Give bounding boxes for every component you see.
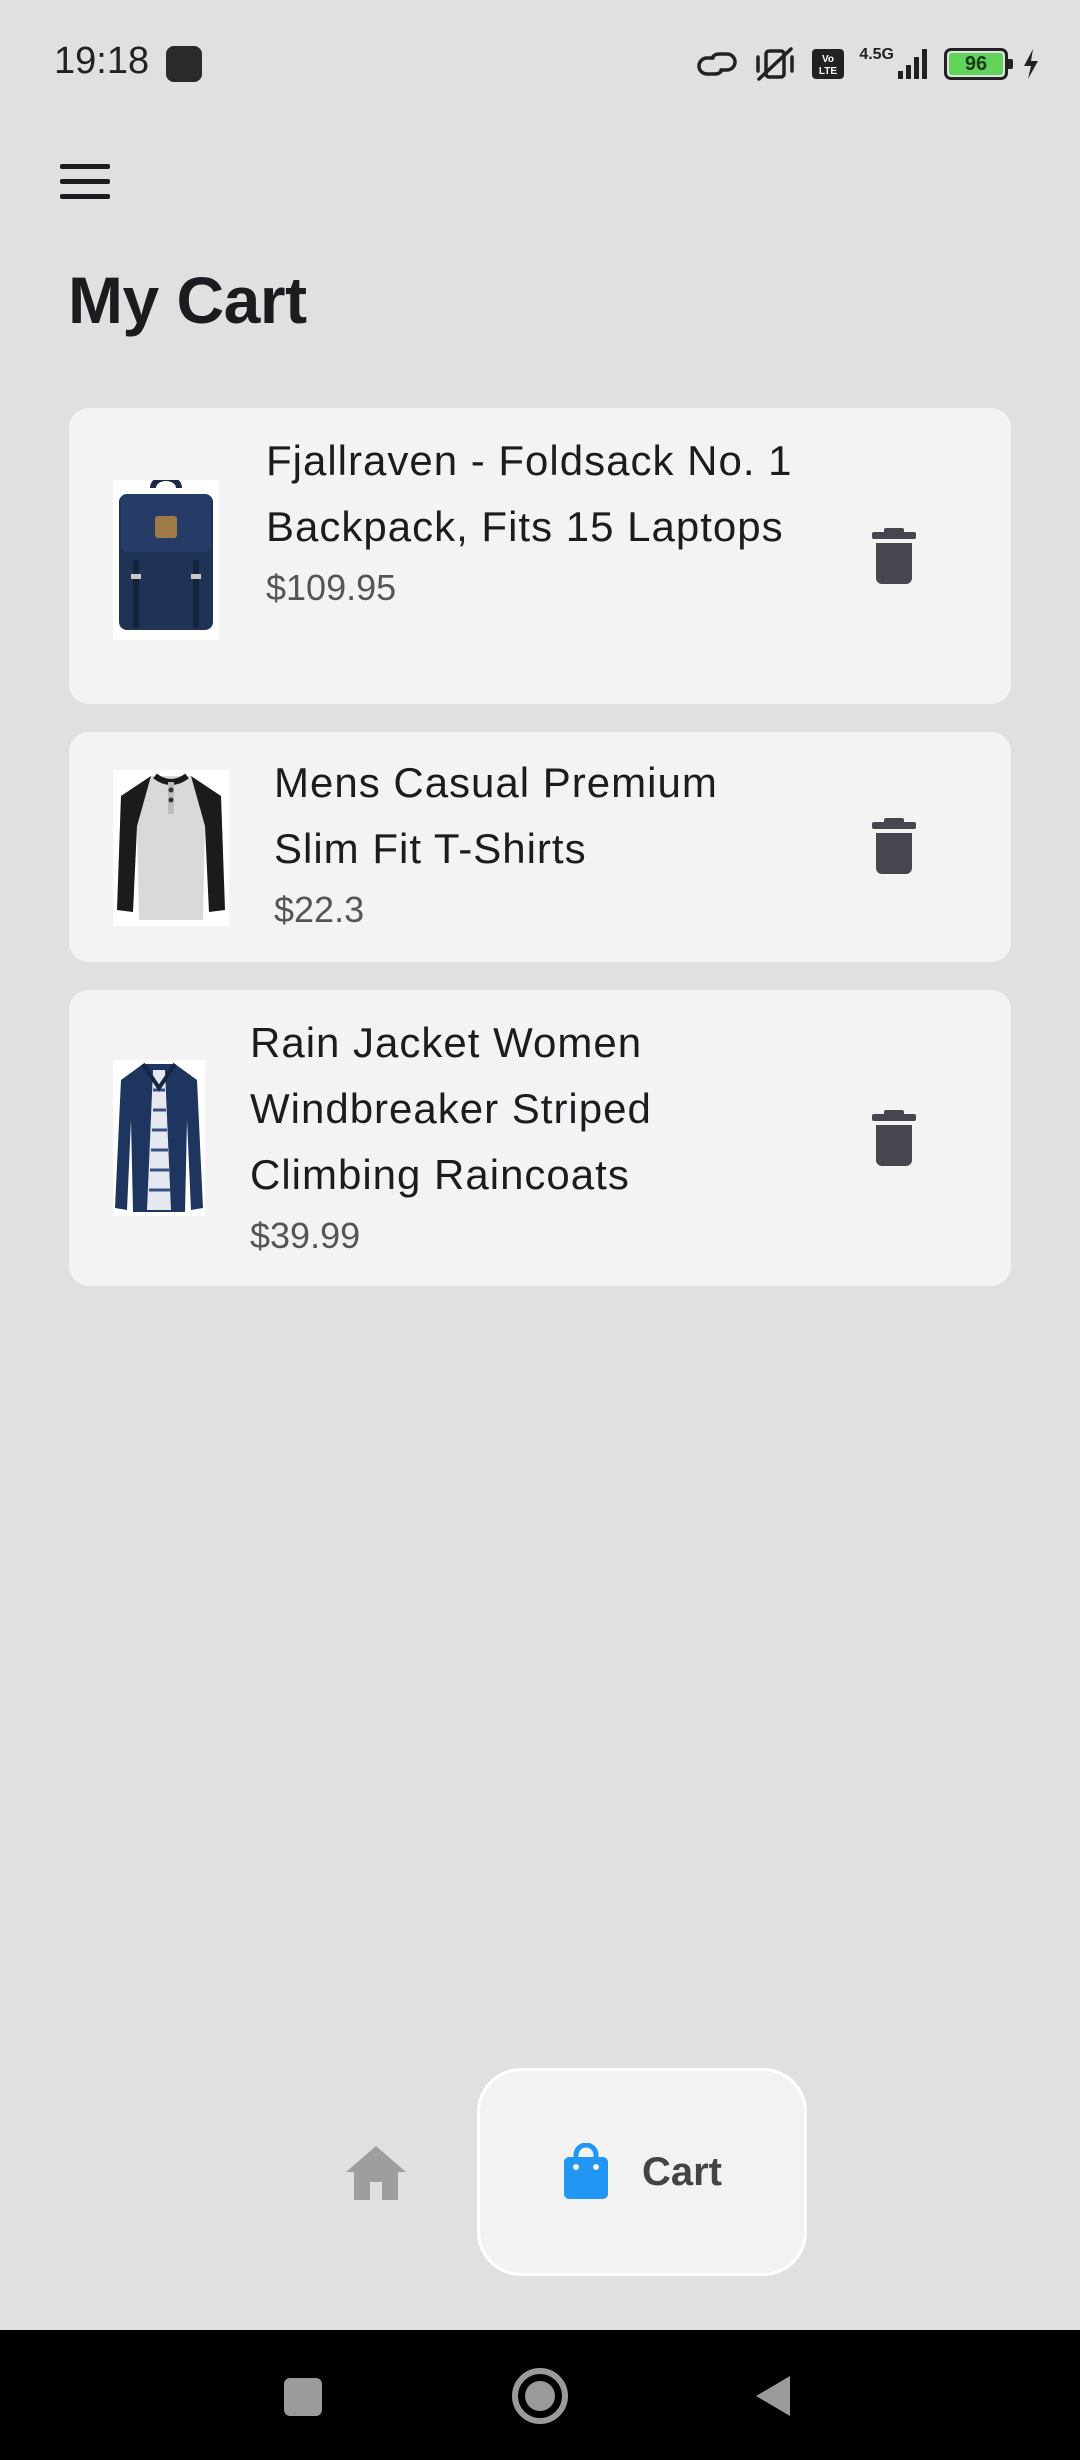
product-price: $39.99 xyxy=(250,1215,361,1256)
trash-icon[interactable] xyxy=(872,1110,916,1166)
menu-line xyxy=(60,163,110,169)
menu-line xyxy=(60,178,110,184)
home-icon[interactable] xyxy=(344,2142,408,2202)
battery-level: 96 xyxy=(949,53,1003,75)
nav-cart-button[interactable]: Cart xyxy=(477,2068,807,2276)
cart-list: Fjallraven - Foldsack No. 1 Backpack, Fi… xyxy=(69,408,1011,1314)
hamburger-menu-icon[interactable] xyxy=(60,156,126,206)
product-name: Mens Casual Premium Slim Fit T-Shirts xyxy=(274,759,718,872)
network-type-label: 4.5G xyxy=(859,46,894,63)
cart-item[interactable]: Mens Casual Premium Slim Fit T-Shirts $2… xyxy=(69,732,1011,962)
circle-icon[interactable] xyxy=(510,2366,570,2426)
vibrate-off-icon xyxy=(756,47,795,81)
cart-item[interactable]: Rain Jacket Women Windbreaker Striped Cl… xyxy=(69,990,1011,1286)
svg-text:LTE: LTE xyxy=(819,66,837,77)
nav-cart-label: Cart xyxy=(641,2149,723,2194)
backpack-image xyxy=(113,480,219,640)
shopping-bag-icon xyxy=(563,2143,608,2199)
svg-text:Vo: Vo xyxy=(822,54,834,65)
raincoat-image xyxy=(113,1060,205,1216)
app-screen: 19:18 Vo LTE 4.5G 96 My Cart Fjallraven … xyxy=(0,0,1080,2460)
signal-bars-icon xyxy=(898,49,927,79)
product-name: Fjallraven - Foldsack No. 1 Backpack, Fi… xyxy=(266,437,793,550)
link-icon xyxy=(697,52,737,76)
tshirt-image xyxy=(113,770,229,926)
product-info: Rain Jacket Women Windbreaker Striped Cl… xyxy=(250,1010,790,1260)
status-icons: Vo LTE 4.5G 96 xyxy=(695,40,1040,88)
menu-line xyxy=(60,193,110,199)
notification-app-icon xyxy=(166,46,202,82)
product-info: Mens Casual Premium Slim Fit T-Shirts $2… xyxy=(274,750,794,934)
volte-icon: Vo LTE xyxy=(812,49,845,79)
product-price: $109.95 xyxy=(266,567,397,608)
status-bar: 19:18 Vo LTE 4.5G 96 xyxy=(0,0,1080,130)
trash-icon[interactable] xyxy=(872,528,916,584)
triangle-back-icon[interactable] xyxy=(752,2372,794,2420)
battery-icon: 96 xyxy=(944,48,1013,80)
signal-strength: 4.5G xyxy=(859,47,930,81)
charging-icon xyxy=(1024,49,1038,79)
cart-item[interactable]: Fjallraven - Foldsack No. 1 Backpack, Fi… xyxy=(69,408,1011,704)
page-title: My Cart xyxy=(68,263,307,337)
trash-icon[interactable] xyxy=(872,818,916,874)
product-info: Fjallraven - Foldsack No. 1 Backpack, Fi… xyxy=(266,428,806,612)
square-icon[interactable] xyxy=(282,2376,324,2418)
status-time: 19:18 xyxy=(54,40,150,82)
product-price: $22.3 xyxy=(274,889,365,930)
product-name: Rain Jacket Women Windbreaker Striped Cl… xyxy=(250,1019,652,1198)
system-navigation-bar xyxy=(0,2330,1080,2460)
